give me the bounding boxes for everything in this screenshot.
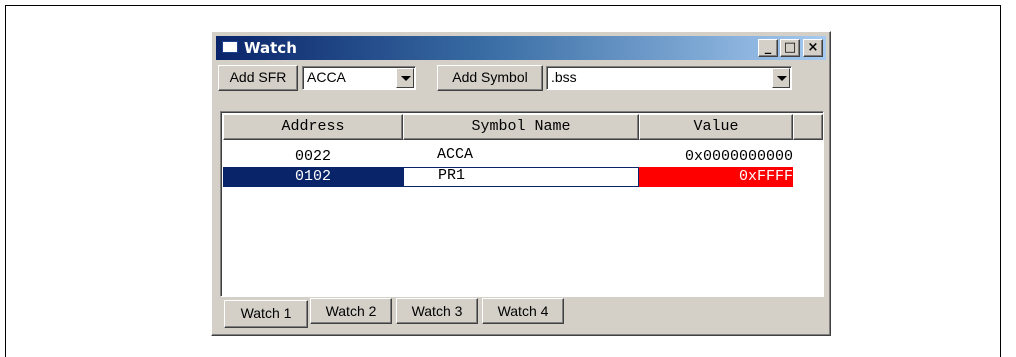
sfr-dropdown-value: ACCA bbox=[307, 69, 346, 85]
symbol-name-cell: PR1 bbox=[403, 167, 639, 187]
column-header-address[interactable]: Address bbox=[223, 114, 403, 140]
watch-window: Watch _ □ × Add SFR ACCA Add Symbol .bss… bbox=[211, 31, 831, 336]
add-sfr-button[interactable]: Add SFR bbox=[218, 65, 298, 91]
address-cell: 0102 bbox=[223, 167, 403, 187]
tab-watch-4[interactable]: Watch 4 bbox=[482, 298, 564, 324]
add-symbol-button[interactable]: Add Symbol bbox=[437, 65, 543, 91]
column-header-value[interactable]: Value bbox=[639, 114, 793, 140]
chevron-down-icon bbox=[401, 76, 411, 81]
symbol-dropdown-value: .bss bbox=[551, 69, 577, 85]
window-icon bbox=[222, 41, 238, 53]
watch-table[interactable]: Address Symbol Name Value 0022 ACCA 0x00… bbox=[220, 111, 824, 297]
close-icon: × bbox=[807, 40, 819, 55]
tab-watch-2[interactable]: Watch 2 bbox=[310, 298, 392, 324]
minimize-button[interactable]: _ bbox=[758, 39, 778, 57]
title-bar[interactable]: Watch _ □ × bbox=[216, 36, 826, 60]
symbol-dropdown-button[interactable] bbox=[772, 68, 790, 88]
value-cell: 0x0000000000 bbox=[684, 148, 793, 165]
close-button[interactable]: × bbox=[803, 39, 823, 57]
maximize-button[interactable]: □ bbox=[780, 39, 800, 57]
minimize-icon: _ bbox=[764, 40, 772, 55]
tab-watch-3[interactable]: Watch 3 bbox=[396, 298, 478, 324]
maximize-icon: □ bbox=[783, 40, 797, 55]
toolbar: Add SFR ACCA Add Symbol .bss bbox=[216, 64, 826, 92]
sfr-dropdown-button[interactable] bbox=[396, 68, 414, 88]
column-header-symbol-name[interactable]: Symbol Name bbox=[403, 114, 639, 140]
column-header-filler bbox=[793, 114, 823, 140]
value-cell-changed: 0xFFFF bbox=[639, 167, 793, 187]
window-title: Watch bbox=[244, 39, 297, 57]
address-cell: 0022 bbox=[294, 148, 331, 165]
symbol-name-cell: ACCA bbox=[437, 146, 474, 163]
chevron-down-icon bbox=[777, 76, 787, 81]
tab-watch-1[interactable]: Watch 1 bbox=[224, 300, 308, 328]
symbol-dropdown[interactable]: .bss bbox=[546, 66, 792, 90]
sfr-dropdown[interactable]: ACCA bbox=[302, 66, 416, 90]
